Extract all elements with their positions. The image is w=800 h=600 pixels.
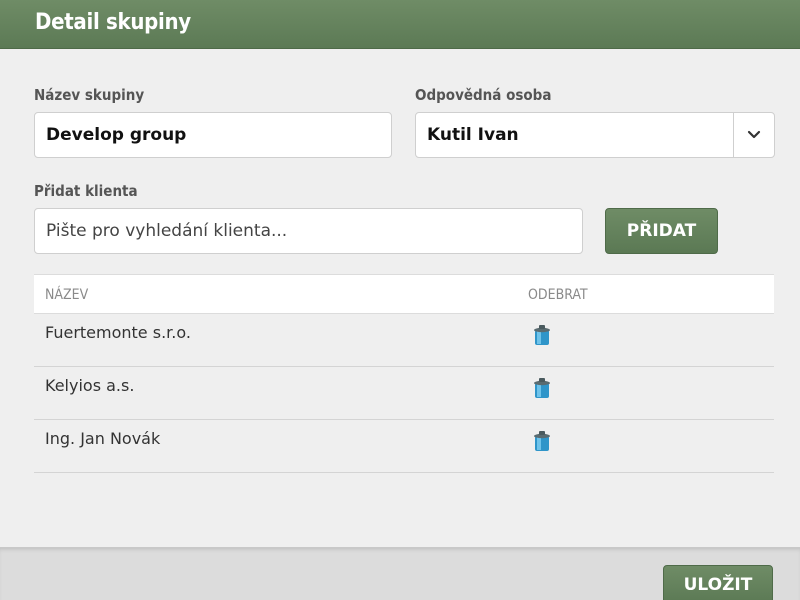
column-header-name: NÁZEV [45, 287, 89, 303]
dialog-title: Detail skupiny [35, 10, 191, 35]
trash-icon[interactable] [533, 430, 551, 452]
table-row: Kelyios a.s. [34, 367, 774, 420]
add-client-button[interactable]: PŘIDAT [605, 208, 718, 254]
responsible-person-label: Odpovědná osoba [415, 86, 552, 104]
save-button[interactable]: ULOŽIT [663, 565, 773, 600]
responsible-person-select[interactable]: Kutil Ivan [415, 112, 775, 158]
responsible-person-value: Kutil Ivan [427, 125, 519, 145]
table-header: NÁZEV ODEBRAT [34, 274, 774, 314]
chevron-down-icon[interactable] [746, 127, 762, 143]
client-name: Ing. Jan Novák [45, 429, 161, 448]
group-name-input[interactable]: Develop group [34, 112, 392, 158]
client-name: Kelyios a.s. [45, 376, 135, 395]
client-name: Fuertemonte s.r.o. [45, 323, 191, 342]
group-name-value: Develop group [46, 125, 187, 145]
column-header-remove: ODEBRAT [528, 287, 588, 303]
table-row: Fuertemonte s.r.o. [34, 314, 774, 367]
dialog-header: Detail skupiny [0, 0, 800, 49]
add-client-label: Přidat klienta [34, 182, 138, 200]
trash-icon[interactable] [533, 377, 551, 399]
group-name-label: Název skupiny [34, 86, 145, 104]
client-search-input[interactable]: Pište pro vyhledání klienta... [34, 208, 583, 254]
client-search-placeholder: Pište pro vyhledání klienta... [46, 221, 288, 241]
table-row: Ing. Jan Novák [34, 420, 774, 473]
dialog-footer: ULOŽIT [0, 547, 800, 600]
select-divider [733, 113, 734, 157]
trash-icon[interactable] [533, 324, 551, 346]
